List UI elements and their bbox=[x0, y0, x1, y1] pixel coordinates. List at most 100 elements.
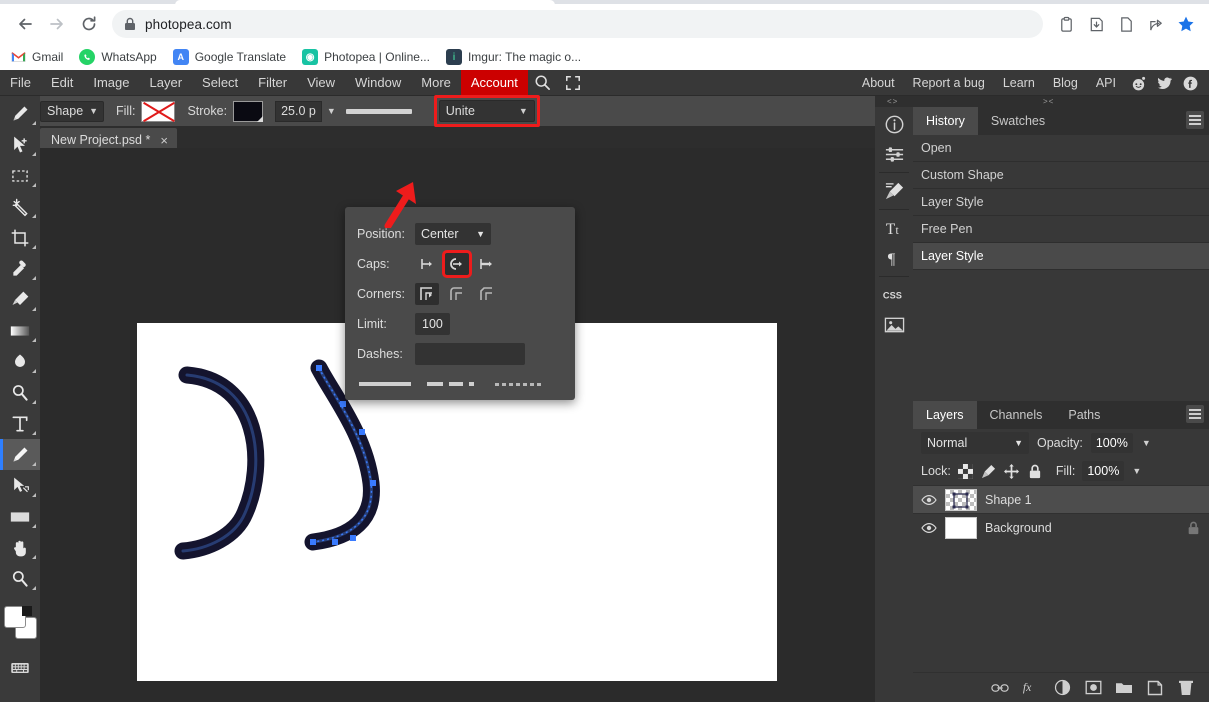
fill-caret-icon[interactable]: ▼ bbox=[1132, 466, 1141, 476]
tab-swatches[interactable]: Swatches bbox=[978, 107, 1058, 135]
page-icon[interactable] bbox=[1113, 11, 1139, 37]
adjustments-icon[interactable] bbox=[877, 139, 911, 169]
menu-account[interactable]: Account bbox=[460, 69, 528, 96]
tool-dodge[interactable] bbox=[0, 377, 40, 408]
layer-thumbnail[interactable] bbox=[945, 516, 977, 539]
tool-pen[interactable] bbox=[0, 98, 40, 129]
menu-image[interactable]: Image bbox=[83, 70, 139, 96]
panel-grip-right[interactable]: >< bbox=[1043, 97, 1054, 106]
tool-paint-bucket[interactable] bbox=[0, 346, 40, 377]
address-bar[interactable]: photopea.com bbox=[112, 10, 1043, 38]
link-api[interactable]: API bbox=[1087, 70, 1125, 96]
close-icon[interactable]: × bbox=[160, 133, 168, 148]
delete-layer-icon[interactable] bbox=[1177, 679, 1195, 697]
menu-more[interactable]: More bbox=[411, 70, 461, 96]
bookmark-whatsapp[interactable]: WhatsApp bbox=[79, 49, 157, 65]
menu-view[interactable]: View bbox=[297, 70, 345, 96]
tool-pen-active[interactable] bbox=[0, 439, 40, 470]
dash-preset-solid[interactable] bbox=[359, 375, 411, 393]
brush-settings-icon[interactable] bbox=[877, 176, 911, 206]
facebook-icon[interactable] bbox=[1177, 70, 1203, 96]
tool-magic-wand[interactable] bbox=[0, 191, 40, 222]
stroke-width-caret-icon[interactable]: ▼ bbox=[327, 106, 336, 116]
round-corner-icon[interactable] bbox=[445, 283, 469, 305]
layer-fx-icon[interactable]: fx bbox=[1022, 679, 1040, 697]
tool-zoom[interactable] bbox=[0, 563, 40, 594]
new-layer-icon[interactable] bbox=[1146, 679, 1164, 697]
stroke-width-field[interactable]: 25.0 p bbox=[275, 100, 322, 122]
square-cap-icon[interactable] bbox=[475, 253, 499, 275]
tab-channels[interactable]: Channels bbox=[977, 401, 1056, 429]
opacity-caret-icon[interactable]: ▼ bbox=[1142, 438, 1151, 448]
fullscreen-icon[interactable] bbox=[558, 70, 588, 96]
link-blog[interactable]: Blog bbox=[1044, 70, 1087, 96]
eye-icon[interactable] bbox=[921, 493, 937, 507]
bookmark-star-icon[interactable] bbox=[1173, 11, 1199, 37]
tab-paths[interactable]: Paths bbox=[1055, 401, 1113, 429]
back-button[interactable] bbox=[10, 9, 40, 39]
reload-button[interactable] bbox=[74, 9, 104, 39]
dash-preset-dashed[interactable] bbox=[427, 375, 479, 393]
tool-healing-brush[interactable] bbox=[0, 284, 40, 315]
info-icon[interactable] bbox=[877, 109, 911, 139]
keyboard-icon[interactable] bbox=[0, 652, 40, 683]
share-icon[interactable] bbox=[1143, 11, 1169, 37]
stroke-position-dropdown[interactable]: Center ▼ bbox=[415, 223, 491, 245]
bookmark-imgur[interactable]: i Imgur: The magic o... bbox=[445, 49, 581, 65]
menu-window[interactable]: Window bbox=[345, 70, 411, 96]
path-operation-dropdown[interactable]: Unite ▼ bbox=[438, 100, 535, 122]
adjustment-layer-icon[interactable] bbox=[1053, 679, 1071, 697]
tab-layers[interactable]: Layers bbox=[913, 401, 977, 429]
bookmark-photopea[interactable]: ◉ Photopea | Online... bbox=[302, 49, 430, 65]
panel-grip-bar[interactable]: <> >< bbox=[875, 96, 1209, 107]
history-item-active[interactable]: Layer Style bbox=[913, 243, 1209, 270]
miter-corner-icon[interactable] bbox=[415, 283, 439, 305]
history-panel-menu-icon[interactable] bbox=[1186, 111, 1204, 129]
foreground-background-colors[interactable] bbox=[0, 604, 40, 648]
clipboard-icon[interactable] bbox=[1053, 11, 1079, 37]
tool-move[interactable] bbox=[0, 129, 40, 160]
menu-edit[interactable]: Edit bbox=[41, 70, 83, 96]
layer-row-shape-1[interactable]: Shape 1 bbox=[913, 485, 1209, 513]
image-icon[interactable] bbox=[877, 310, 911, 340]
new-group-icon[interactable] bbox=[1115, 679, 1133, 697]
tool-type[interactable] bbox=[0, 408, 40, 439]
browser-active-tab[interactable] bbox=[175, 0, 555, 5]
tab-history[interactable]: History bbox=[913, 107, 978, 135]
download-icon[interactable] bbox=[1083, 11, 1109, 37]
tool-hand[interactable] bbox=[0, 532, 40, 563]
menu-file[interactable]: File bbox=[0, 70, 41, 96]
menu-layer[interactable]: Layer bbox=[140, 70, 193, 96]
menu-select[interactable]: Select bbox=[192, 70, 248, 96]
layer-row-background[interactable]: Background bbox=[913, 513, 1209, 541]
eye-icon[interactable] bbox=[921, 521, 937, 535]
history-item[interactable]: Open bbox=[913, 135, 1209, 162]
menu-filter[interactable]: Filter bbox=[248, 70, 297, 96]
forward-button[interactable] bbox=[42, 9, 72, 39]
shape-mode-dropdown[interactable]: Shape ▼ bbox=[40, 100, 104, 122]
history-item[interactable]: Custom Shape bbox=[913, 162, 1209, 189]
lock-pixels-icon[interactable] bbox=[981, 463, 997, 479]
stroke-color-swatch[interactable] bbox=[233, 100, 264, 122]
dash-preset-dotted[interactable] bbox=[495, 375, 547, 393]
round-cap-icon[interactable] bbox=[442, 250, 472, 278]
fill-swatch[interactable] bbox=[141, 100, 176, 122]
layer-thumbnail[interactable] bbox=[945, 488, 977, 511]
layer-mask-icon[interactable] bbox=[1084, 679, 1102, 697]
limit-input[interactable]: 100 bbox=[415, 313, 450, 335]
butt-cap-icon[interactable] bbox=[415, 253, 439, 275]
opacity-input[interactable]: 100% bbox=[1090, 433, 1133, 453]
link-about[interactable]: About bbox=[853, 70, 904, 96]
bookmark-google-translate[interactable]: A Google Translate bbox=[172, 49, 286, 65]
link-layers-icon[interactable] bbox=[991, 679, 1009, 697]
search-icon[interactable] bbox=[528, 70, 558, 96]
history-item[interactable]: Layer Style bbox=[913, 189, 1209, 216]
history-item[interactable]: Free Pen bbox=[913, 216, 1209, 243]
css-icon[interactable]: CSS bbox=[877, 280, 911, 310]
paragraph-icon[interactable]: ¶ bbox=[877, 243, 911, 273]
stroke-options-popup[interactable]: Position: Center ▼ Caps: Corners: Limit:… bbox=[345, 207, 575, 400]
lock-transparency-icon[interactable] bbox=[958, 463, 974, 479]
reddit-icon[interactable] bbox=[1125, 70, 1151, 96]
tool-eyedropper[interactable] bbox=[0, 253, 40, 284]
layers-panel-menu-icon[interactable] bbox=[1186, 405, 1204, 423]
